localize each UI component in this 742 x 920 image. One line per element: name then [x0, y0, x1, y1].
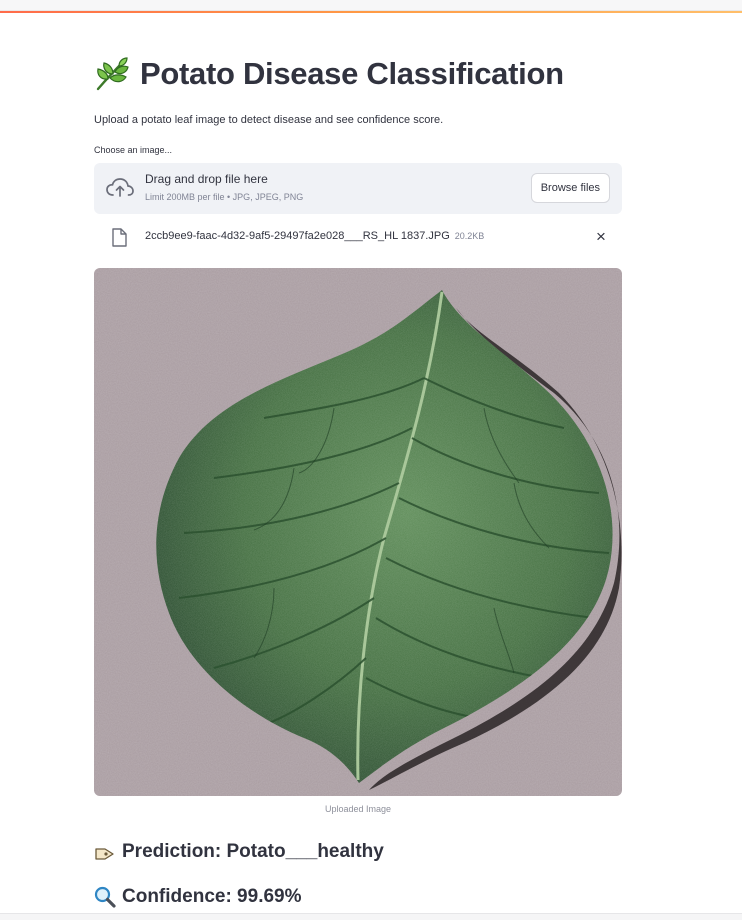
potato-leaf-photo	[94, 268, 622, 796]
image-caption: Uploaded Image	[324, 804, 392, 814]
browse-files-button[interactable]: Browse files	[530, 173, 610, 203]
prediction-result: Prediction: Potato___healthy	[94, 841, 384, 863]
uploaded-image	[94, 268, 622, 796]
uploaded-file-name: 2ccb9ee9-faac-4d32-9af5-29497fa2e028___R…	[145, 230, 484, 242]
file-size: 20.2KB	[454, 231, 485, 241]
uploaded-file-row: 2ccb9ee9-faac-4d32-9af5-29497fa2e028___R…	[94, 222, 622, 252]
page-subtitle: Upload a potato leaf image to detect dis…	[94, 114, 444, 126]
remove-file-button[interactable]: ×	[592, 228, 610, 246]
magnifier-icon	[94, 886, 116, 908]
dropzone-limit-text: Limit 200MB per file • JPG, JPEG, PNG	[145, 192, 304, 202]
file-uploader-label: Choose an image...	[94, 145, 173, 155]
confidence-text: Confidence: 99.69%	[122, 886, 302, 907]
file-name-text: 2ccb9ee9-faac-4d32-9af5-29497fa2e028___R…	[145, 230, 450, 242]
page-header: Potato Disease Classification	[94, 56, 564, 92]
cloud-upload-icon	[106, 177, 134, 199]
label-tag-icon	[94, 841, 116, 863]
dropzone-title: Drag and drop file here	[145, 172, 268, 186]
file-dropzone[interactable]: Drag and drop file here Limit 200MB per …	[94, 163, 622, 214]
browser-top-bar	[0, 0, 742, 11]
confidence-result: Confidence: 99.69%	[94, 886, 302, 908]
file-icon	[111, 228, 127, 247]
page-title: Potato Disease Classification	[140, 56, 564, 91]
herb-leaf-icon	[94, 56, 130, 92]
prediction-text: Prediction: Potato___healthy	[122, 841, 384, 862]
header-accent-line	[0, 11, 742, 13]
